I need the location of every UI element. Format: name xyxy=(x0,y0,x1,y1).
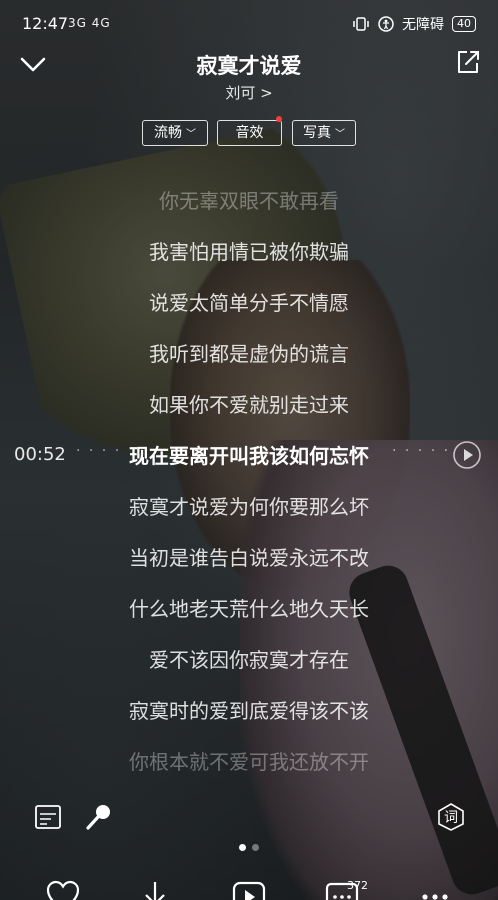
more-icon[interactable] xyxy=(418,880,452,900)
download-icon[interactable] xyxy=(138,880,172,900)
effect-label: 音效 xyxy=(235,125,264,141)
lyric-line: 如果你不爱就别走过来 xyxy=(149,393,349,417)
quality-dropdown[interactable]: 流畅 ﹀ xyxy=(142,120,208,146)
lyric-line: 寂寞时的爱到底爱得该不该 xyxy=(129,699,369,723)
quality-label: 流畅 xyxy=(154,125,182,141)
lyric-line: 当初是谁告白说爱永远不改 xyxy=(129,546,369,570)
lyric-line: 爱不该因你寂寞才存在 xyxy=(149,648,349,672)
lyric-line: 你无辜双眼不敢再看 xyxy=(159,189,339,213)
page-indicator xyxy=(0,836,498,855)
photo-label: 写真 xyxy=(303,125,331,141)
lyric-line: 你根本就不爱可我还放不开 xyxy=(129,750,369,774)
lyrics-tools: 词 xyxy=(0,800,498,840)
lyrics-icon-label: 词 xyxy=(444,810,458,826)
bottom-action-bar xyxy=(0,874,498,900)
seek-dots-right: · · · · · xyxy=(392,443,451,459)
play-from-line-icon[interactable] xyxy=(452,440,482,470)
vibrate-icon xyxy=(353,17,369,31)
new-indicator-dot xyxy=(276,116,282,122)
signal-indicator: 3G 4G xyxy=(68,16,111,30)
page-dot-active xyxy=(239,844,246,851)
share-icon[interactable] xyxy=(454,48,482,76)
comment-count-badge: 372 xyxy=(347,879,368,892)
lyric-line: 寂寞才说爱为何你要那么坏 xyxy=(129,495,369,519)
heart-icon[interactable] xyxy=(46,880,80,900)
lyrics-list[interactable]: 你无辜双眼不敢再看 我害怕用情已被你欺骗 说爱太简单分手不情愿 我听到都是虚伪的… xyxy=(0,176,498,788)
accessibility-icon xyxy=(378,16,394,32)
artist-link[interactable]: 刘可 > xyxy=(0,82,498,103)
photo-dropdown[interactable]: 写真 ﹀ xyxy=(292,120,356,146)
player-header: 寂寞才说爱 刘可 > xyxy=(0,40,498,110)
chevron-down-icon: ﹀ xyxy=(335,129,345,140)
chevron-down-icon: ﹀ xyxy=(186,129,196,140)
lyric-line: 说爱太简单分手不情愿 xyxy=(149,291,349,315)
lyric-line: 我听到都是虚伪的谎言 xyxy=(149,342,349,366)
song-title: 寂寞才说爱 xyxy=(196,54,302,78)
lyric-line: 什么地老天荒什么地久天长 xyxy=(129,597,369,621)
accessibility-label: 无障碍 xyxy=(402,17,444,33)
lyric-seek-line: 00:52 · · · · · · · · · xyxy=(0,438,498,470)
battery-indicator: 40 xyxy=(452,16,476,32)
seek-dots-left: · · · · xyxy=(76,443,122,459)
page-dot xyxy=(252,844,259,851)
effect-button[interactable]: 音效 xyxy=(217,120,282,146)
status-right: 无障碍 40 xyxy=(352,14,476,34)
lyrics-translate-button[interactable]: 词 xyxy=(436,802,466,832)
status-time: 12:47 xyxy=(22,14,69,33)
video-icon[interactable] xyxy=(232,880,266,900)
option-tabs: 流畅 ﹀ 音效 写真 ﹀ xyxy=(0,116,498,148)
seek-time: 00:52 xyxy=(14,444,66,465)
poster-icon[interactable] xyxy=(33,802,63,832)
lyric-line: 我害怕用情已被你欺骗 xyxy=(149,240,349,264)
microphone-icon[interactable] xyxy=(84,802,114,832)
